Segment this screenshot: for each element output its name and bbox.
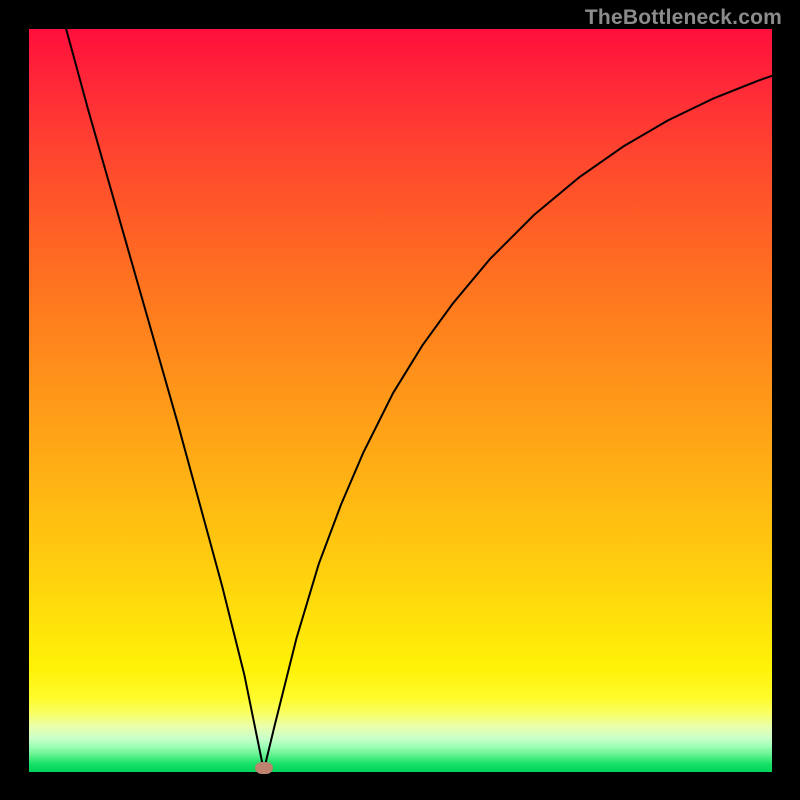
- chart-frame: TheBottleneck.com: [0, 0, 800, 800]
- watermark-text: TheBottleneck.com: [585, 6, 782, 30]
- plot-area: [29, 29, 772, 772]
- min-marker: [255, 762, 273, 774]
